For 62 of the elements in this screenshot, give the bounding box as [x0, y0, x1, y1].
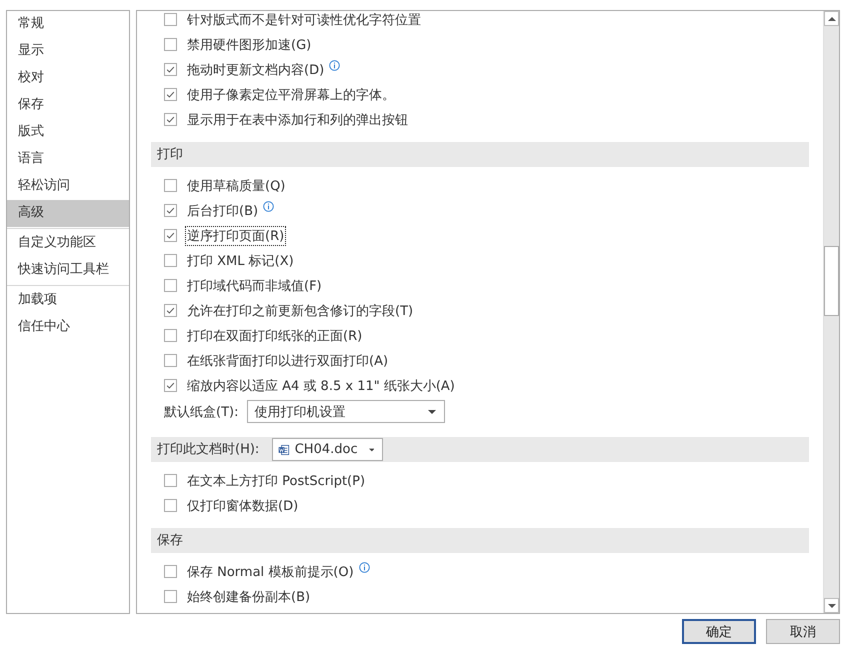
checkbox[interactable] [164, 590, 177, 603]
scroll-down-icon[interactable] [828, 604, 836, 608]
option-label: 在文本上方打印 PostScript(P) [186, 472, 366, 490]
option-label: 始终创建备份副本(B) [186, 588, 312, 606]
dialog-button[interactable]: 确定 [682, 619, 756, 644]
checkbox[interactable] [164, 204, 177, 217]
option-label: 缩放内容以适应 A4 或 8.5 x 11" 纸张大小(A) [186, 378, 456, 396]
checkbox[interactable] [164, 229, 177, 242]
tray-dropdown[interactable]: 使用打印机设置 [247, 400, 446, 423]
checkbox[interactable] [164, 354, 177, 367]
sidebar-item[interactable]: 自定义功能区 [7, 230, 129, 257]
sidebar-item[interactable]: 校对 [7, 65, 129, 92]
section-header: 打印 [151, 142, 809, 167]
checkbox[interactable] [164, 329, 177, 342]
option-label: 使用草稿质量(Q) [186, 178, 286, 196]
section-header: 保存 [151, 528, 809, 553]
sidebar-item[interactable]: 高级 [7, 200, 129, 227]
sidebar-item[interactable]: 版式 [7, 119, 129, 146]
checkbox[interactable] [164, 565, 177, 578]
option-label: 在纸张背面打印以进行双面打印(A) [186, 352, 390, 370]
option-label: 后台打印(B) [186, 202, 260, 220]
checkbox[interactable] [164, 474, 177, 487]
checkbox[interactable] [164, 38, 177, 51]
checkbox[interactable] [164, 499, 177, 512]
option-label: 允许在打印之前更新包含修订的字段(T) [186, 302, 414, 320]
option-label: 使用子像素定位平滑屏幕上的字体。 [186, 86, 396, 104]
option-label: 拖动时更新文档内容(D) [186, 62, 326, 80]
sidebar-item[interactable]: 信任中心 [7, 314, 129, 341]
sidebar-item[interactable]: 保存 [7, 92, 129, 119]
option-label: 逆序打印页面(R) [185, 226, 286, 246]
option-label: 打印域代码而非域值(F) [186, 278, 323, 296]
checkbox[interactable] [164, 113, 177, 126]
checkbox[interactable] [164, 304, 177, 317]
dropdown-arrow-icon [428, 410, 436, 414]
checkbox[interactable] [164, 13, 177, 26]
checkbox[interactable] [164, 88, 177, 101]
dropdown-arrow-icon [368, 448, 374, 452]
option-label: 打印在双面打印纸张的正面(R) [186, 328, 364, 346]
sidebar-item[interactable]: 轻松访问 [7, 173, 129, 200]
dialog-button[interactable]: 取消 [766, 619, 840, 644]
sidebar-item[interactable]: 加载项 [7, 287, 129, 314]
scroll-up-icon[interactable] [828, 16, 836, 20]
option-label: 禁用硬件图形加速(G) [186, 36, 312, 54]
section-header: 打印此文档时(H): [157, 441, 260, 459]
checkbox[interactable] [164, 279, 177, 292]
checkbox[interactable] [164, 179, 177, 192]
sidebar-item[interactable]: 语言 [7, 146, 129, 173]
option-label: 显示用于在表中添加行和列的弹出按钮 [186, 112, 409, 130]
sidebar-item[interactable]: 显示 [7, 38, 129, 65]
checkbox[interactable] [164, 379, 177, 392]
scrollbar-thumb[interactable] [824, 246, 839, 316]
sidebar-item[interactable]: 快速访问工具栏 [7, 257, 129, 284]
option-label: 保存 Normal 模板前提示(O) [186, 564, 355, 582]
option-label: 仅打印窗体数据(D) [186, 498, 300, 516]
option-label: 针对版式而不是针对可读性优化字符位置 [186, 12, 422, 30]
field-label: 默认纸盒(T): [164, 404, 238, 420]
checkbox[interactable] [164, 63, 177, 76]
scrollbar[interactable] [823, 11, 839, 613]
document-dropdown[interactable]: CH04.doc [272, 438, 384, 461]
checkbox[interactable] [164, 254, 177, 267]
option-label: 打印 XML 标记(X) [186, 252, 295, 270]
sidebar-item[interactable]: 常规 [7, 11, 129, 38]
